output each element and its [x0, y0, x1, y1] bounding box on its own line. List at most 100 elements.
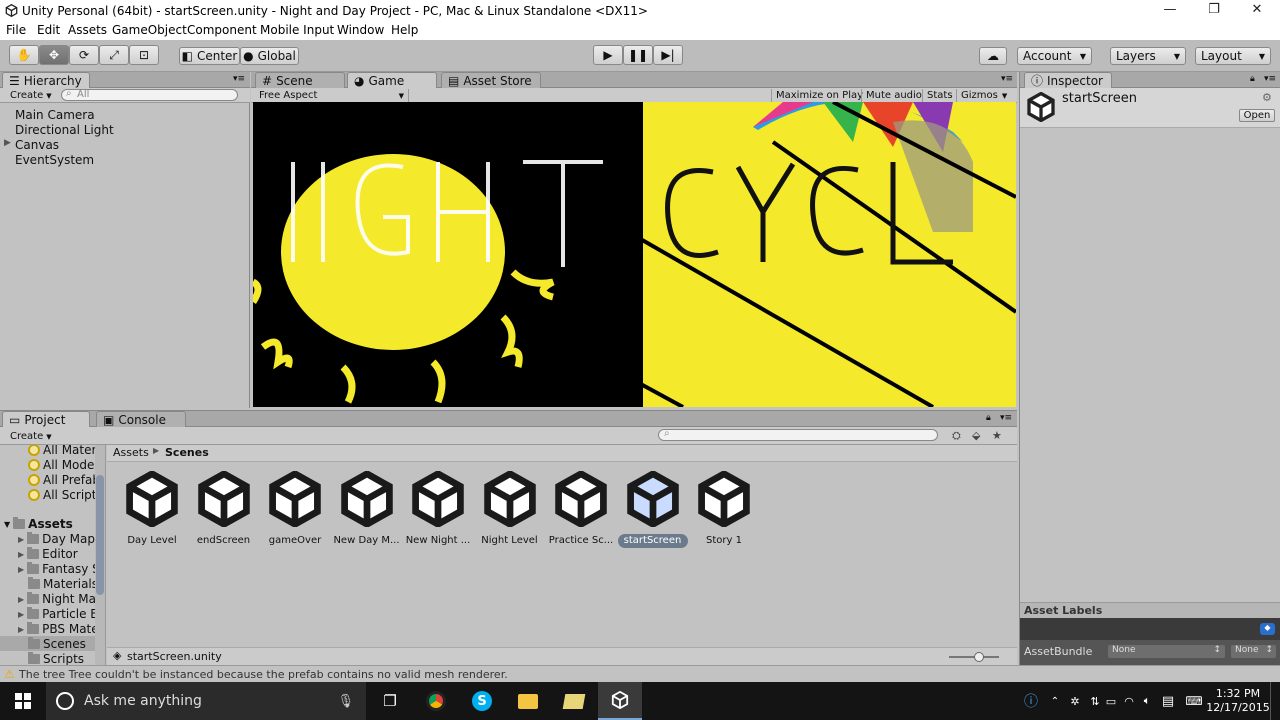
microphone-icon[interactable]: 🎙︎: [337, 694, 354, 709]
rotate-tool-button[interactable]: ⟳: [69, 45, 99, 65]
panel-menu-icon[interactable]: ▾≡: [1264, 74, 1276, 84]
account-dropdown[interactable]: Account ▼: [1017, 47, 1092, 65]
wifi-icon[interactable]: ◠: [1120, 682, 1138, 720]
menu-component[interactable]: Component: [187, 23, 257, 37]
cloud-button[interactable]: ☁: [979, 47, 1007, 65]
asset-tile[interactable]: startScreen: [617, 469, 688, 548]
tree-folder[interactable]: ▶ Fantasy S: [18, 562, 100, 576]
hierarchy-item-canvas[interactable]: Canvas: [15, 138, 59, 152]
action-center-icon[interactable]: ▤: [1156, 682, 1180, 720]
battery-icon[interactable]: ▭: [1102, 682, 1120, 720]
search-all-prefabs[interactable]: All Prefab: [28, 473, 100, 487]
tree-scrollbar-thumb[interactable]: [96, 475, 104, 595]
asset-tile[interactable]: Night Level: [475, 469, 545, 548]
tag-icon[interactable]: ◆: [1260, 623, 1275, 635]
tab-inspector[interactable]: ⓘ Inspector: [1024, 72, 1112, 88]
hierarchy-item-directional-light[interactable]: Directional Light: [15, 123, 114, 137]
hierarchy-create-button[interactable]: Create ▼: [10, 89, 52, 102]
project-search-input[interactable]: ⌕: [658, 428, 938, 441]
unity-taskbar-icon[interactable]: [598, 682, 642, 720]
skype-icon[interactable]: S: [460, 682, 504, 720]
rect-tool-button[interactable]: ⊡: [129, 45, 159, 65]
menu-mobile-input[interactable]: Mobile Input: [260, 23, 334, 37]
tab-project[interactable]: ▭ Project: [2, 411, 90, 427]
layers-dropdown[interactable]: Layers ▼: [1110, 47, 1186, 65]
asset-tile[interactable]: New Day M...: [332, 469, 402, 548]
tree-assets-root[interactable]: ▼ Assets: [4, 517, 73, 531]
tree-folder-selected[interactable]: Scenes: [28, 637, 86, 651]
asset-tile[interactable]: Story 1: [689, 469, 759, 548]
show-desktop-button[interactable]: [1270, 682, 1280, 720]
chrome-icon[interactable]: [414, 682, 458, 720]
tree-folder[interactable]: ▶ Day Map: [18, 532, 95, 546]
menu-help[interactable]: Help: [391, 23, 418, 37]
tab-console[interactable]: ▣ Console: [96, 411, 186, 427]
search-all-scripts[interactable]: All Scripts: [28, 488, 103, 502]
network-share-icon[interactable]: ✲: [1066, 682, 1084, 720]
status-bar[interactable]: ⚠ The tree Tree couldn't be instanced be…: [0, 665, 1280, 682]
hierarchy-search-input[interactable]: ⌕ All: [61, 88, 238, 101]
lock-icon[interactable]: 🔒︎: [986, 413, 991, 423]
maximize-button[interactable]: ❐: [1204, 2, 1224, 20]
asset-tile[interactable]: Practice Sc...: [546, 469, 616, 548]
gear-icon[interactable]: ⚙: [1262, 91, 1272, 104]
keyboard-icon[interactable]: ⌨: [1182, 682, 1206, 720]
menu-edit[interactable]: Edit: [37, 23, 60, 37]
tree-folder[interactable]: ▶ Editor: [18, 547, 78, 561]
cortana-search-box[interactable]: Ask me anything 🎙︎: [46, 682, 366, 720]
lock-icon[interactable]: 🔒︎: [1250, 74, 1255, 84]
asset-tile[interactable]: New Night ...: [403, 469, 473, 548]
tab-game[interactable]: ◕ Game: [347, 72, 437, 88]
minimize-button[interactable]: —: [1160, 2, 1180, 20]
search-all-materials[interactable]: All Materi: [28, 445, 100, 457]
assetbundle-dropdown[interactable]: None ↕: [1108, 645, 1225, 658]
aspect-dropdown[interactable]: Free Aspect ▼: [255, 89, 409, 102]
chevron-up-icon[interactable]: ⌃: [1046, 682, 1064, 720]
open-button[interactable]: Open: [1239, 109, 1275, 122]
asset-tile[interactable]: endScreen: [189, 469, 259, 548]
stats-toggle[interactable]: Stats: [922, 89, 957, 102]
filter-type-icon[interactable]: ⛭: [952, 429, 961, 443]
search-all-models[interactable]: All Models: [28, 458, 104, 472]
tab-asset-store[interactable]: ▤ Asset Store: [441, 72, 541, 88]
tree-folder[interactable]: Scripts: [28, 652, 84, 666]
play-button[interactable]: ▶: [593, 45, 623, 65]
expand-arrow-icon[interactable]: ▶: [4, 138, 11, 148]
asset-tile[interactable]: gameOver: [260, 469, 330, 548]
tree-folder[interactable]: ▶ Night Map: [18, 592, 104, 606]
folder-app-icon[interactable]: [552, 682, 596, 720]
favorite-star-icon[interactable]: ★: [992, 429, 1002, 442]
close-button[interactable]: ✕: [1247, 2, 1267, 20]
layout-dropdown[interactable]: Layout ▼: [1195, 47, 1271, 65]
menu-assets[interactable]: Assets: [68, 23, 107, 37]
hierarchy-item-main-camera[interactable]: Main Camera: [15, 108, 95, 122]
step-button[interactable]: ▶|: [653, 45, 683, 65]
windows-start-button[interactable]: [0, 682, 46, 720]
project-create-button[interactable]: Create ▼: [10, 430, 52, 443]
pivot-center-button[interactable]: ◧ Center: [179, 47, 240, 65]
tree-folder[interactable]: ▶ Particle E: [18, 607, 98, 621]
mute-audio-toggle[interactable]: Mute audio: [861, 89, 926, 102]
zoom-slider-thumb[interactable]: [974, 652, 984, 662]
scale-tool-button[interactable]: ⤢: [99, 45, 129, 65]
move-tool-button[interactable]: ✥: [39, 45, 69, 65]
filter-label-icon[interactable]: ⬙: [972, 429, 980, 442]
variant-dropdown[interactable]: None ↕: [1231, 645, 1276, 658]
file-explorer-icon[interactable]: [506, 682, 550, 720]
tab-scene[interactable]: # Scene: [255, 72, 345, 88]
breadcrumb-root[interactable]: Assets: [113, 446, 149, 459]
tree-scrollbar[interactable]: [95, 445, 105, 666]
hand-tool-button[interactable]: ✋: [9, 45, 39, 65]
tree-folder[interactable]: ▶ PBS Mate: [18, 622, 99, 636]
menu-gameobject[interactable]: GameObject: [112, 23, 187, 37]
game-view[interactable]: [253, 102, 1016, 407]
notification-info-icon[interactable]: ⓘ: [1018, 682, 1044, 720]
gizmos-dropdown[interactable]: Gizmos ▼: [956, 89, 1011, 102]
menu-file[interactable]: File: [6, 23, 26, 37]
maximize-on-play-toggle[interactable]: Maximize on Play: [771, 89, 867, 102]
task-view-icon[interactable]: ❐: [370, 682, 410, 720]
hierarchy-item-eventsystem[interactable]: EventSystem: [15, 153, 94, 167]
panel-menu-icon[interactable]: ▾≡: [1000, 413, 1012, 423]
asset-tile[interactable]: Day Level: [117, 469, 187, 548]
menu-window[interactable]: Window: [337, 23, 384, 37]
